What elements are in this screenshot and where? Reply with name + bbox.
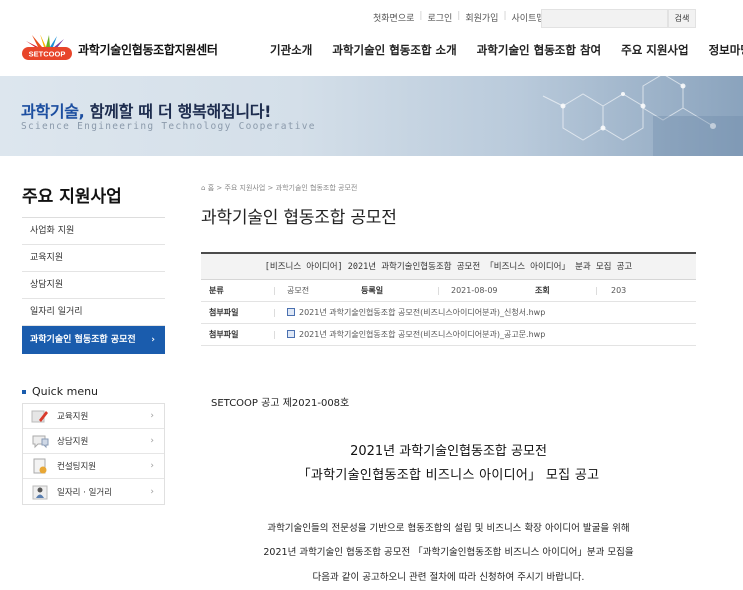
notice-paragraph-line: 다음과 같이 공고하오니 관련 절차에 따라 신청하여 주시기 바랍니다. bbox=[312, 572, 585, 583]
sidebar-title: 주요 지원사업 bbox=[22, 187, 122, 207]
sidebar-item-contest[interactable]: 과학기술인 협동조합 공모전 › bbox=[22, 326, 165, 354]
date-label: 등록일 bbox=[361, 286, 384, 295]
post-title: [비즈니스 아이디어] 2021년 과학기술인협동조합 공모전 「비즈니스 아이… bbox=[201, 252, 696, 280]
sidebar-item-jobs[interactable]: 일자리 일거리 bbox=[22, 299, 165, 326]
attachment-label: 첨부파일 bbox=[209, 308, 239, 317]
utility-bar: 첫화면으로 | 로그인 | 회원가입 | 사이트맵 검색 bbox=[0, 9, 743, 29]
notice-subheading: 「과학기술인협동조합 비즈니스 아이디어」 모집 공고 bbox=[297, 468, 600, 483]
post-info-table: [비즈니스 아이디어] 2021년 과학기술인협동조합 공모전 「비즈니스 아이… bbox=[201, 252, 696, 346]
banner-molecule-illustration bbox=[542, 76, 743, 156]
home-icon[interactable]: ⌂ bbox=[201, 184, 205, 192]
views-label: 조회 bbox=[535, 286, 550, 295]
signup-link[interactable]: 회원가입 bbox=[460, 11, 503, 24]
quick-menu-item-consulting[interactable]: 상담지원 › bbox=[23, 429, 164, 454]
quick-menu-item-education[interactable]: 교육지원 › bbox=[23, 404, 164, 429]
nav-item-support[interactable]: 주요 지원사업 bbox=[621, 42, 688, 58]
banner-title: 과학기술, 함께할 때 더 행복해집니다! bbox=[21, 102, 272, 121]
logo-name: 과학기술인협동조합지원센터 bbox=[78, 42, 218, 57]
notice-heading: 2021년 과학기술인협동조합 공모전 bbox=[350, 444, 547, 459]
logo-mark-text: SETCOOP bbox=[29, 50, 66, 59]
pencil-icon bbox=[31, 408, 49, 424]
notice-number: SETCOOP 공고 제2021-008호 bbox=[211, 398, 350, 409]
search-button[interactable]: 검색 bbox=[668, 9, 696, 28]
notice-paragraph-line: 2021년 과학기술인 협동조합 공모전 「과학기술인협동조합 비즈니스 아이디… bbox=[263, 547, 634, 558]
quick-menu-title: Quick menu bbox=[22, 385, 98, 398]
post-meta-row: 분류 | 공모전 등록일 | 2021-08-09 조회 | 203 bbox=[201, 280, 696, 302]
quick-menu: 교육지원 › 상담지원 › 컨설팅지원 › 일자리 · 일거리 › bbox=[22, 403, 165, 505]
person-icon bbox=[31, 484, 49, 500]
sidebar-item-commercialization[interactable]: 사업화 지원 bbox=[22, 218, 165, 245]
file-icon bbox=[287, 329, 295, 338]
chat-icon bbox=[31, 433, 49, 449]
date-value: 2021-08-09 bbox=[451, 286, 498, 295]
quick-menu-item-jobs[interactable]: 일자리 · 일거리 › bbox=[23, 479, 164, 504]
chevron-right-icon: › bbox=[150, 411, 154, 421]
attachment-row: 첨부파일 | 2021년 과학기술인협동조합 공모전(비즈니스아이디어분과)_공… bbox=[201, 324, 696, 346]
nav-item-coop-join[interactable]: 과학기술인 협동조합 참여 bbox=[477, 42, 601, 58]
sidebar-item-education[interactable]: 교육지원 bbox=[22, 245, 165, 272]
home-link[interactable]: 첫화면으로 bbox=[368, 11, 419, 24]
hero-banner: 과학기술, 함께할 때 더 행복해집니다! Science Engineerin… bbox=[0, 76, 743, 156]
chevron-right-icon: › bbox=[150, 436, 154, 446]
sidebar-item-consulting[interactable]: 상담지원 bbox=[22, 272, 165, 299]
bullet-icon bbox=[22, 389, 26, 394]
attachment-label: 첨부파일 bbox=[209, 330, 239, 339]
search-input[interactable] bbox=[541, 9, 668, 28]
chevron-right-icon: › bbox=[150, 486, 154, 497]
nav-item-coop-intro[interactable]: 과학기술인 협동조합 소개 bbox=[332, 42, 456, 58]
breadcrumb: ⌂ 홈 > 주요 지원사업 > 과학기술인 협동조합 공모전 bbox=[201, 184, 358, 192]
chevron-right-icon: › bbox=[151, 335, 155, 345]
views-value: 203 bbox=[611, 286, 627, 295]
document-icon bbox=[31, 458, 49, 474]
nav-item-about[interactable]: 기관소개 bbox=[270, 42, 312, 58]
attachment-link[interactable]: 2021년 과학기술인협동조합 공모전(비즈니스아이디어분과)_공고문.hwp bbox=[287, 324, 545, 346]
main-nav: 기관소개 과학기술인 협동조합 소개 과학기술인 협동조합 참여 주요 지원사업… bbox=[270, 42, 743, 58]
sidebar-menu: 사업화 지원 교육지원 상담지원 일자리 일거리 과학기술인 협동조합 공모전 › bbox=[22, 217, 165, 354]
file-icon bbox=[287, 307, 295, 316]
notice-paragraph-line: 과학기술인들의 전문성을 기반으로 협동조합의 설립 및 비즈니스 확장 아이디… bbox=[267, 523, 630, 534]
attachment-link[interactable]: 2021년 과학기술인협동조합 공모전(비즈니스아이디어분과)_신청서.hwp bbox=[287, 302, 545, 324]
site-logo[interactable]: SETCOOP 과학기술인협동조합지원센터 bbox=[22, 34, 218, 64]
page-title: 과학기술인 협동조합 공모전 bbox=[201, 208, 397, 228]
banner-subtitle: Science Engineering Technology Cooperati… bbox=[21, 121, 316, 132]
utility-links: 첫화면으로 | 로그인 | 회원가입 | 사이트맵 bbox=[368, 11, 550, 24]
login-link[interactable]: 로그인 bbox=[422, 11, 457, 24]
category-value: 공모전 bbox=[287, 286, 310, 295]
chevron-right-icon: › bbox=[150, 461, 154, 471]
attachment-row: 첨부파일 | 2021년 과학기술인협동조합 공모전(비즈니스아이디어분과)_신… bbox=[201, 302, 696, 324]
category-label: 분류 bbox=[209, 286, 224, 295]
quick-menu-item-consulting-support[interactable]: 컨설팅지원 › bbox=[23, 454, 164, 479]
logo-mark-icon: SETCOOP bbox=[22, 34, 74, 63]
nav-item-info[interactable]: 정보마당 bbox=[709, 42, 743, 58]
